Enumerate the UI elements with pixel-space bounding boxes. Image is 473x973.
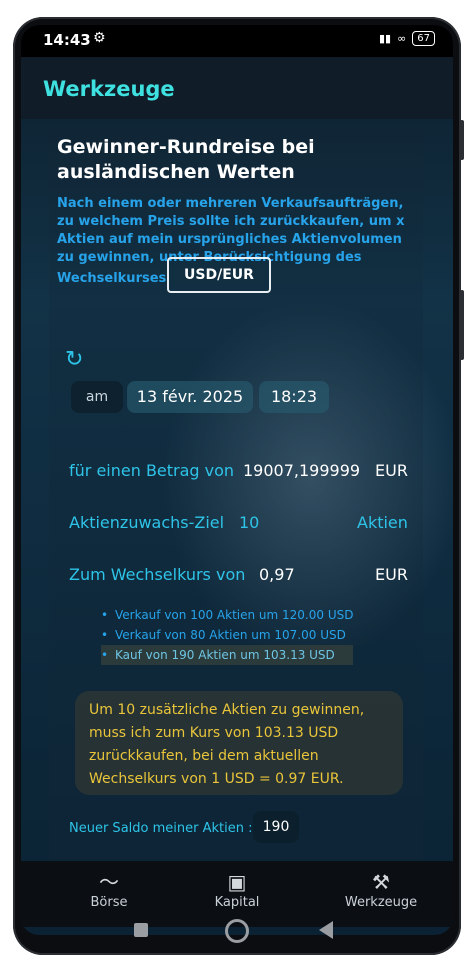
amount-label: für einen Betrag von [69,461,235,480]
page-title: Werkzeuge [43,77,175,101]
gear-icon: ⚙ [93,30,106,46]
app-bar: Werkzeuge [21,57,453,119]
status-time: 14:43 [43,31,91,49]
power-button [460,290,464,360]
date-prefix: am [71,381,123,413]
nav-borse-label: Börse [90,895,128,910]
list-item: Verkauf von 100 Aktien um 120.00 USD [101,605,353,625]
nav-werkzeuge-label: Werkzeuge [344,895,418,910]
list-item: Kauf von 190 Aktien um 103.13 USD [101,645,354,665]
back-icon[interactable] [319,921,333,939]
refresh-icon[interactable]: ↻ [65,347,83,372]
rate-label: Zum Wechselkurs von [69,565,246,584]
screen: 14:43 ⚙ ▮▮ ∞ 67 Werkzeuge Gewinner-Rundr… [21,25,453,935]
amount-unit: EUR [375,461,408,480]
tool-heading: Gewinner-Rundreise bei ausländischen Wer… [57,136,315,183]
signal-icon: ▮▮ [378,32,392,45]
tool-description-tail: Wechselkurses [57,271,167,286]
nav-werkzeuge[interactable]: ⚒ Werkzeuge [331,869,431,910]
result-box: Um 10 zusätzliche Aktien zu gewinnen, mu… [75,691,403,795]
battery-icon: 67 [412,31,435,46]
target-input[interactable]: 10 [239,513,259,532]
target-unit: Aktien [357,513,408,532]
status-bar: 14:43 ⚙ ▮▮ ∞ 67 [21,25,453,57]
orders-list: Verkauf von 100 Aktien um 120.00 USD Ver… [101,605,354,665]
phone-frame: 14:43 ⚙ ▮▮ ∞ 67 Werkzeuge Gewinner-Rundr… [13,17,461,955]
date-picker[interactable]: 13 févr. 2025 [127,381,253,413]
time-picker[interactable]: 18:23 [259,381,329,413]
volume-button [460,120,464,160]
target-label: Aktienzuwachs-Ziel [69,513,225,532]
nav-kapital[interactable]: ▣ Kapital [187,869,287,910]
rate-unit: EUR [375,565,408,584]
saldo-label: Neuer Saldo meiner Aktien : [69,821,253,836]
nav-borse[interactable]: 〜 Börse [59,869,159,910]
recents-icon[interactable] [134,923,148,937]
status-icons: ▮▮ ∞ 67 [379,31,435,46]
money-icon: ▣ [227,870,247,894]
hammer-icon: ⚒ [372,870,390,894]
rate-input[interactable]: 0,97 [259,565,295,584]
home-icon[interactable] [225,919,249,943]
link-icon: ∞ [397,32,407,45]
tool-content[interactable]: Gewinner-Rundreise bei ausländischen Wer… [21,119,453,861]
chart-line-icon: 〜 [99,870,119,894]
currency-pair-button[interactable]: USD/EUR [167,257,271,293]
saldo-value: 190 [253,811,299,843]
system-nav-bar [13,913,461,955]
nav-kapital-label: Kapital [214,895,260,910]
amount-input[interactable]: 19007,199999 [243,461,359,480]
list-item: Verkauf von 80 Aktien um 107.00 USD [101,625,353,645]
